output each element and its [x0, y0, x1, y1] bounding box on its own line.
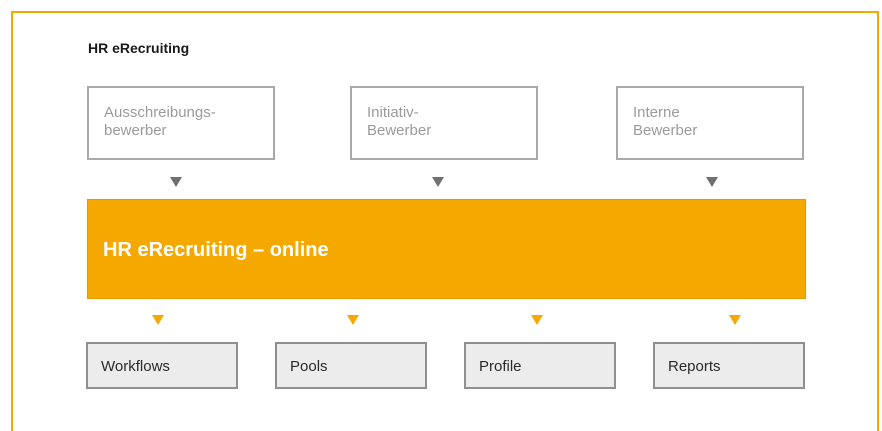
arrow-down-icon [432, 177, 444, 187]
source-box-ausschreibungsbewerber: Ausschreibungs- bewerber [87, 86, 275, 160]
source-box-initiativbewerber: Initiativ- Bewerber [350, 86, 538, 160]
source-label-line: Interne [633, 104, 680, 121]
source-label-line: Bewerber [367, 122, 432, 139]
module-label: Workflows [101, 358, 170, 375]
arrow-down-icon [706, 177, 718, 187]
arrow-down-icon [531, 315, 543, 325]
module-box-profile: Profile [464, 342, 616, 389]
module-box-workflows: Workflows [86, 342, 238, 389]
arrow-down-icon [729, 315, 741, 325]
module-label: Profile [479, 358, 522, 375]
source-label-line: Ausschreibungs- [104, 104, 216, 121]
arrow-down-icon [170, 177, 182, 187]
diagram-title: HR eRecruiting [88, 40, 190, 56]
module-box-pools: Pools [275, 342, 427, 389]
source-label-line: Bewerber [633, 122, 698, 139]
source-box-interne-bewerber: Interne Bewerber [616, 86, 804, 160]
module-box-reports: Reports [653, 342, 805, 389]
source-label-line: Initiativ- [367, 104, 419, 121]
arrow-down-icon [152, 315, 164, 325]
arrow-down-icon [347, 315, 359, 325]
main-system-label: HR eRecruiting – online [103, 239, 329, 261]
module-label: Pools [290, 358, 328, 375]
main-system-bar: HR eRecruiting – online [87, 199, 806, 299]
source-label-line: bewerber [104, 122, 167, 139]
module-label: Reports [668, 358, 721, 375]
